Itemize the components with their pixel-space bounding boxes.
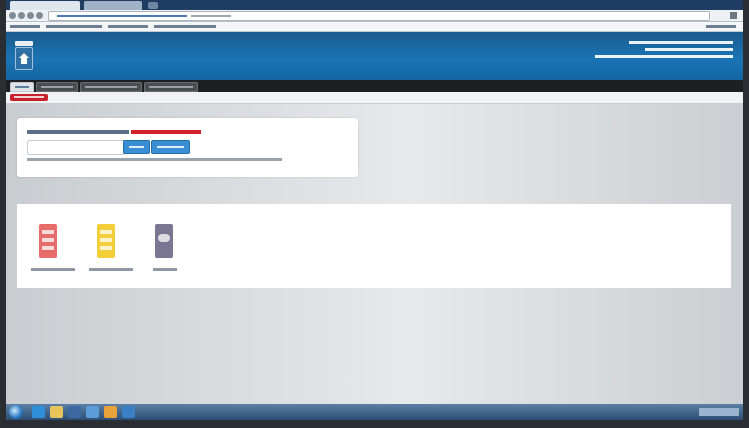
nav-tab-label [41,86,73,88]
subnav-bar [6,92,743,104]
bookmark-item[interactable] [46,25,102,28]
forward-icon[interactable] [18,12,25,19]
bookmark-item[interactable] [154,25,216,28]
bookmark-item[interactable] [10,25,40,28]
home-button[interactable] [15,47,33,70]
header-title-line [629,41,733,44]
browser-tab[interactable] [84,1,142,10]
site-header [6,32,743,80]
nav-tab[interactable] [80,82,142,92]
app-name [153,268,177,271]
password-panel [17,118,358,177]
nav-tab-label [15,86,29,88]
forgot-password-label [157,146,184,148]
document-icon [97,224,115,258]
nav-tab-label [149,86,193,88]
document-icon [39,224,57,258]
taskbar [6,404,743,420]
home-icon[interactable] [36,12,43,19]
menu-icon[interactable] [730,12,737,19]
app-icon[interactable] [86,406,99,418]
app-name [89,268,133,271]
reload-icon[interactable] [27,12,34,19]
address-url-path [191,15,231,17]
login-button[interactable] [123,140,150,154]
system-tray[interactable] [699,408,739,416]
nav-tab[interactable] [144,82,198,92]
password-case-note [131,130,201,134]
address-bar[interactable] [48,11,710,21]
nav-tab-label [85,86,137,88]
screen [6,0,743,420]
app-tile[interactable] [147,224,193,276]
ie-icon[interactable] [32,406,45,418]
nav-tab[interactable] [36,82,78,92]
password-input[interactable] [27,140,125,155]
home-button-cap [15,41,33,46]
nav-tab[interactable] [10,82,34,92]
browser-tab[interactable] [10,1,80,10]
header-title-line [645,48,733,51]
media-icon[interactable] [68,406,81,418]
forgot-password-button[interactable] [151,140,190,154]
cloud-icon [155,224,173,258]
app-tile[interactable] [89,224,135,276]
password-help-text [27,158,282,161]
main-content [6,104,743,404]
header-title-line [595,55,733,58]
start-orb-icon[interactable] [9,405,23,419]
status-badge[interactable] [10,94,48,101]
house-icon [21,58,27,64]
apps-panel [17,204,731,288]
app-icon[interactable] [122,406,135,418]
login-button-label [129,146,144,148]
nav-bar [6,80,743,92]
status-badge-label [14,96,44,98]
address-url-text [57,15,187,17]
bookmark-item[interactable] [108,25,148,28]
folder-icon[interactable] [50,406,63,418]
app-name [31,268,75,271]
monitor-bezel [0,0,749,428]
browser-toolbar [6,10,743,22]
password-prompt-label [27,130,129,134]
back-icon[interactable] [9,12,16,19]
bookmarks-bar [6,22,743,32]
browser-icon[interactable] [104,406,117,418]
app-tile[interactable] [31,224,77,276]
browser-tabstrip [6,0,743,10]
new-tab-button[interactable] [148,2,158,9]
bookmark-item[interactable] [706,25,736,28]
